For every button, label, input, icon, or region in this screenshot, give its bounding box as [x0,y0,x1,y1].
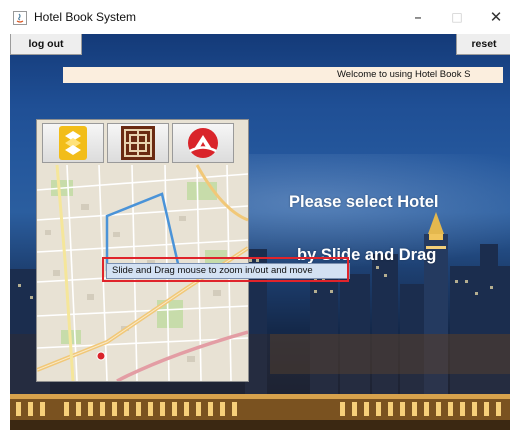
location-filter-button[interactable] [172,123,234,163]
main-content: log out reset Welcome to using Hotel Boo… [10,34,510,430]
hotel-filter-button[interactable] [42,123,104,163]
hotel-icon [59,126,87,160]
location-icon [188,128,218,158]
welcome-text: Welcome to using Hotel Book S [337,69,471,80]
tooltip-highlight-box [102,257,349,282]
maximize-button[interactable]: □ [443,6,471,28]
instruction-heading: Please select Hotel [289,193,439,211]
welcome-marquee: Welcome to using Hotel Book S [63,67,503,83]
building-icon [121,126,155,160]
building-filter-button[interactable] [107,123,169,163]
close-button[interactable]: ✕ [482,6,510,28]
minimize-button[interactable]: – [404,6,432,28]
logout-button[interactable]: log out [10,34,82,55]
map-panel[interactable] [36,119,249,382]
title-bar: Hotel Book System – □ ✕ [0,0,510,34]
window-title: Hotel Book System [34,10,137,24]
reset-button[interactable]: reset [456,34,510,55]
java-app-icon [13,11,27,25]
